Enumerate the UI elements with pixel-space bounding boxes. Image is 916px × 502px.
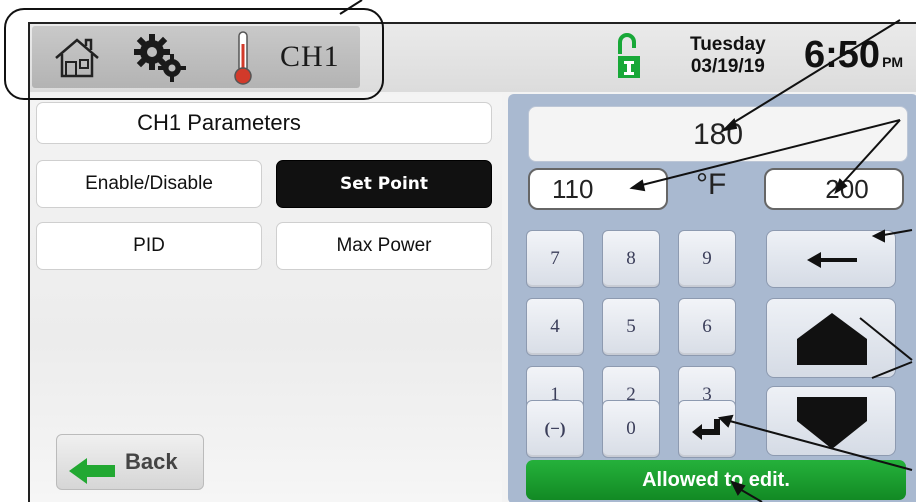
page-title: CH1 Parameters: [36, 102, 492, 144]
increment-button[interactable]: [766, 298, 896, 378]
back-label: Back: [125, 449, 178, 474]
left-arrow-icon: [767, 252, 897, 293]
back-arrow-icon: [69, 450, 115, 502]
day-label: Tuesday: [690, 34, 766, 55]
key-4[interactable]: 4: [526, 298, 584, 356]
keypad-panel: 180 110 °F 200 7 8 9 4 5 6 1 2 3 (−) 0 A…: [508, 94, 916, 502]
enter-icon: [692, 419, 722, 446]
key-0[interactable]: 0: [602, 400, 660, 458]
key-7[interactable]: 7: [526, 230, 584, 288]
max-power-button[interactable]: Max Power: [276, 222, 492, 270]
value-display: 180: [528, 106, 908, 162]
min-value: 110: [528, 168, 668, 210]
key-8[interactable]: 8: [602, 230, 660, 288]
up-arrow-icon: [767, 313, 897, 383]
enable-disable-button[interactable]: Enable/Disable: [36, 160, 262, 208]
ampm-label: PM: [882, 54, 904, 70]
callout-oval: [4, 8, 384, 100]
key-6[interactable]: 6: [678, 298, 736, 356]
unlock-icon: [616, 32, 642, 87]
key-negative[interactable]: (−): [526, 400, 584, 458]
down-arrow-icon: [767, 397, 897, 461]
enter-key[interactable]: [678, 400, 736, 458]
backspace-button[interactable]: [766, 230, 896, 288]
unit-label: °F: [696, 168, 727, 201]
date-label: 03/19/19: [690, 56, 765, 77]
date-block: Tuesday 03/19/19: [690, 34, 766, 78]
pid-button[interactable]: PID: [36, 222, 262, 270]
key-9[interactable]: 9: [678, 230, 736, 288]
decrement-button[interactable]: [766, 386, 896, 456]
time-label: 6:50: [804, 34, 881, 76]
clock: 6:50 PM: [804, 34, 903, 77]
status-bar: Allowed to edit.: [526, 460, 906, 500]
parameters-panel: CH1 Parameters Enable/Disable Set Point …: [30, 94, 502, 502]
back-button[interactable]: Back: [56, 434, 204, 490]
key-5[interactable]: 5: [602, 298, 660, 356]
set-point-button[interactable]: Set Point: [276, 160, 492, 208]
max-value: 200: [764, 168, 904, 210]
